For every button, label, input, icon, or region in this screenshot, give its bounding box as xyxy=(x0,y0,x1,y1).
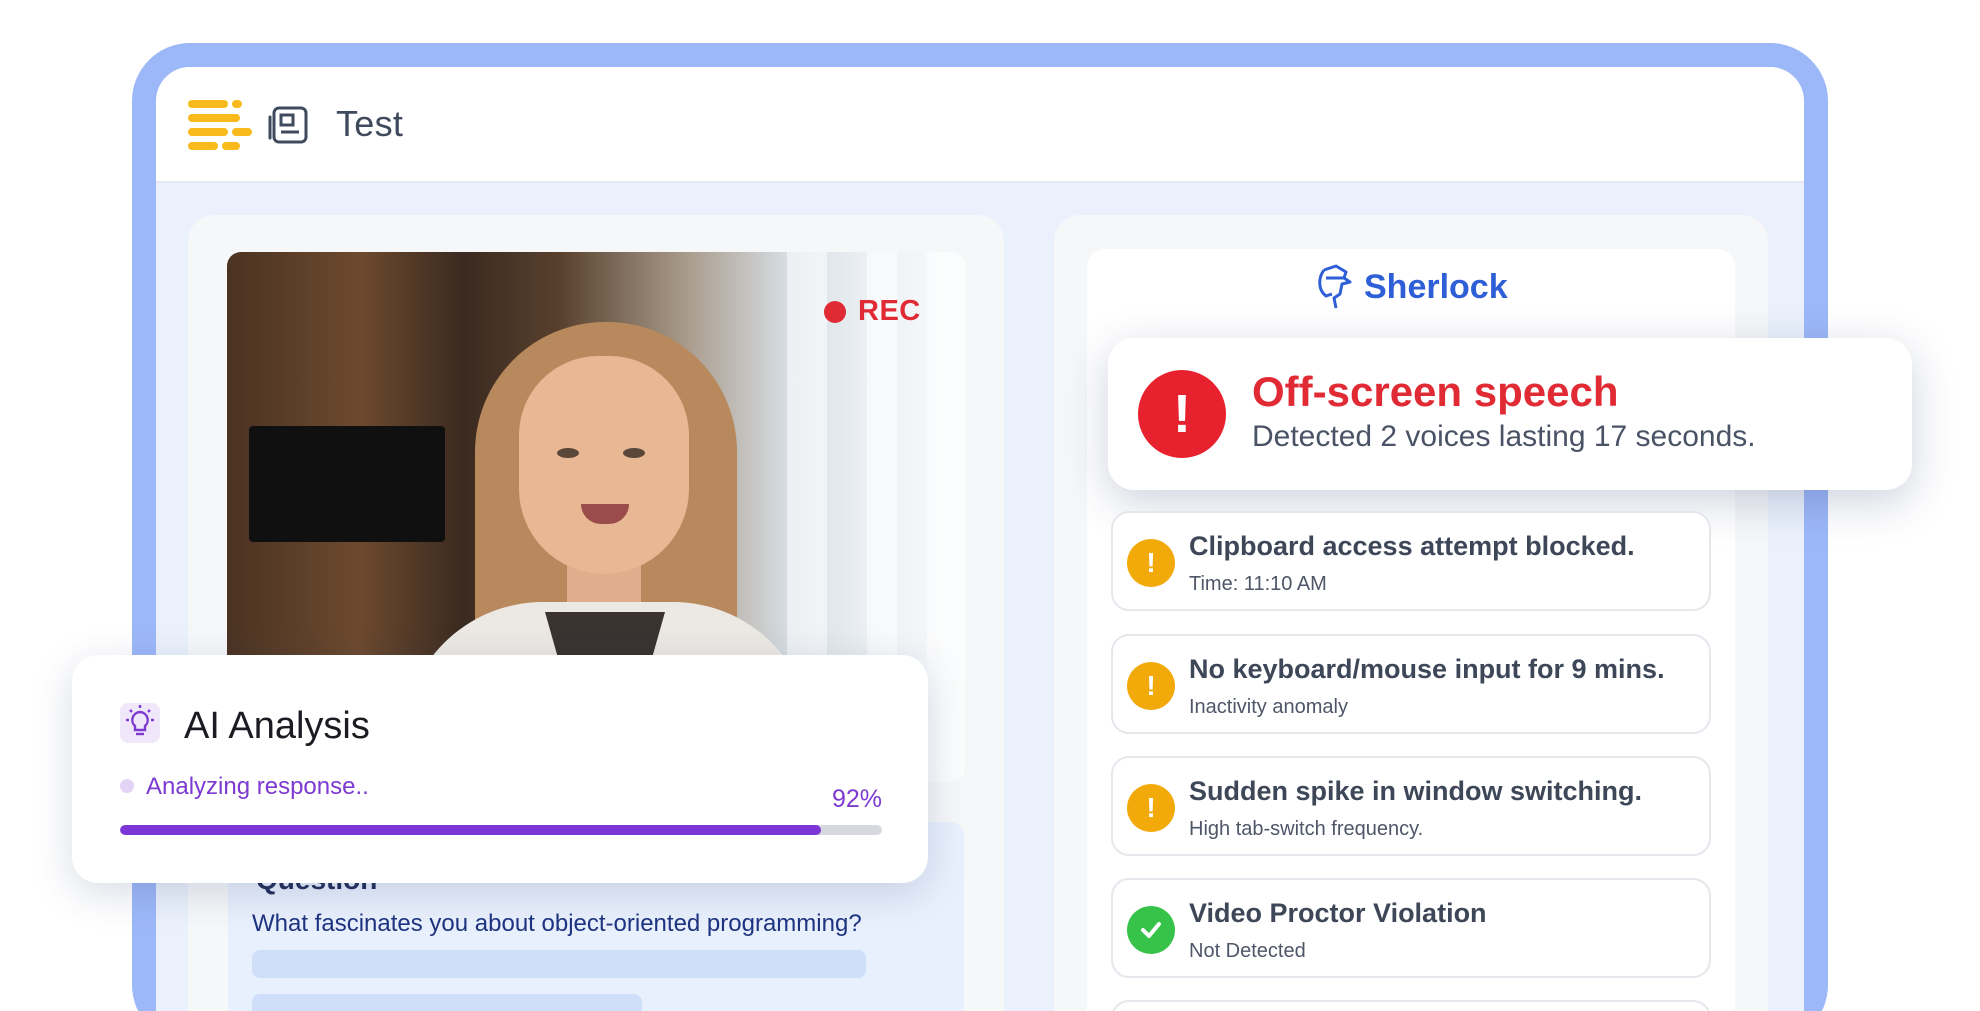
exclamation-alert-icon: ! xyxy=(1138,370,1226,458)
sherlock-brand: Sherlock xyxy=(1314,264,1508,310)
ai-progress-bar xyxy=(120,825,882,835)
event-item[interactable] xyxy=(1111,1000,1711,1011)
event-title: Video Proctor Violation xyxy=(1189,898,1487,928)
event-subtitle: Not Detected xyxy=(1189,940,1306,962)
event-title: No keyboard/mouse input for 9 mins. xyxy=(1189,654,1665,684)
newspaper-icon xyxy=(268,106,308,144)
answer-placeholder-line xyxy=(252,950,866,978)
alert-card: ! Off-screen speech Detected 2 voices la… xyxy=(1108,338,1912,490)
candidate-face xyxy=(519,356,689,574)
background-tv xyxy=(249,426,445,542)
event-title: Clipboard access attempt blocked. xyxy=(1189,531,1635,561)
event-item[interactable]: Video Proctor Violation Not Detected xyxy=(1111,878,1711,978)
question-text: What fascinates you about object-oriente… xyxy=(252,910,862,937)
check-icon xyxy=(1127,906,1175,954)
lightbulb-icon xyxy=(120,703,160,743)
ai-analysis-percent: 92% xyxy=(831,785,882,813)
candidate-eye xyxy=(557,448,579,458)
event-subtitle: Inactivity anomaly xyxy=(1189,696,1348,718)
candidate-eye xyxy=(623,448,645,458)
ai-analysis-card: AI Analysis Analyzing response.. 92% xyxy=(72,655,928,883)
event-item[interactable]: ! Clipboard access attempt blocked. Time… xyxy=(1111,511,1711,611)
exclamation-icon: ! xyxy=(1127,662,1175,710)
event-item[interactable]: ! Sudden spike in window switching. High… xyxy=(1111,756,1711,856)
ai-analysis-status: Analyzing response.. xyxy=(146,773,369,800)
rec-label: REC xyxy=(858,295,921,327)
exclamation-icon: ! xyxy=(1127,784,1175,832)
ai-analysis-title: AI Analysis xyxy=(184,705,370,747)
recording-indicator: REC xyxy=(824,295,921,328)
status-dot-icon xyxy=(120,779,134,793)
window-pane xyxy=(927,252,965,782)
event-subtitle: Time: 11:10 AM xyxy=(1189,573,1327,595)
page-title: Test xyxy=(336,103,404,144)
answer-placeholder-line xyxy=(252,994,642,1011)
alert-title: Off-screen speech xyxy=(1252,368,1619,415)
menu-logo-icon[interactable] xyxy=(188,100,252,150)
top-bar: Test xyxy=(156,67,1804,183)
event-item[interactable]: ! No keyboard/mouse input for 9 mins. In… xyxy=(1111,634,1711,734)
exclamation-icon: ! xyxy=(1127,539,1175,587)
alert-subtitle: Detected 2 voices lasting 17 seconds. xyxy=(1252,420,1756,453)
sherlock-logo-icon xyxy=(1318,264,1352,309)
event-title: Sudden spike in window switching. xyxy=(1189,776,1643,806)
sherlock-title: Sherlock xyxy=(1364,267,1508,306)
record-dot-icon xyxy=(824,300,846,323)
event-subtitle: High tab-switch frequency. xyxy=(1189,818,1424,840)
ai-progress-fill xyxy=(120,825,822,835)
